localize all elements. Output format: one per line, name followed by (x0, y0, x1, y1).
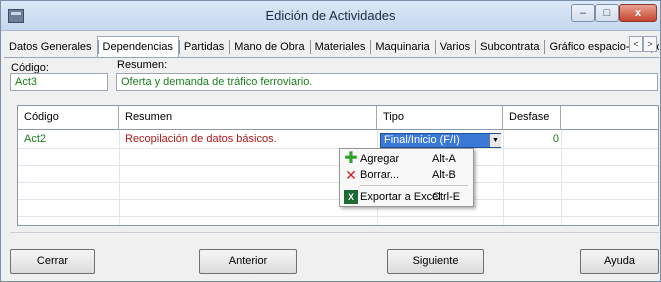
menu-separator (360, 185, 468, 186)
tab-scroll-arrows: < > (629, 36, 659, 54)
tab-varios[interactable]: Varios (434, 37, 475, 57)
cell-codigo[interactable]: Act2 (18, 131, 119, 148)
delete-x-icon: ✕ (345, 167, 357, 183)
grid-row-line (18, 199, 658, 200)
codigo-field[interactable]: Act3 (10, 73, 108, 91)
grid-row-line (18, 148, 658, 149)
tab-maquinaria[interactable]: Maquinaria (370, 37, 434, 57)
tab-datos-generales[interactable]: Datos Generales (4, 37, 97, 57)
grid-row-line (18, 182, 658, 183)
tipo-dropdown-value: Final/Inicio (F/I) (384, 134, 460, 146)
grid-row-line (18, 165, 658, 166)
excel-icon: X (344, 190, 358, 204)
menu-item-shortcut: Alt-B (432, 169, 456, 181)
menu-item-agregar[interactable]: ✚ Agregar Alt-A (340, 151, 473, 167)
column-header-tipo[interactable]: Tipo (377, 106, 503, 130)
tab-dependencias[interactable]: Dependencias (96, 36, 179, 57)
cell-resumen[interactable]: Recopilación de datos básicos. (119, 131, 377, 148)
menu-item-shortcut: Ctrl-E (432, 191, 461, 203)
window-title: Edición de Actividades (265, 8, 396, 23)
tab-scroll-left-button[interactable]: < (629, 36, 643, 52)
close-button[interactable]: x (619, 4, 657, 22)
plus-icon: ✚ (344, 150, 358, 167)
menu-item-shortcut: Alt-A (432, 153, 456, 165)
resumen-label: Resumen: (117, 59, 168, 71)
title-bar: Edición de Actividades – □ x (1, 1, 660, 31)
cell-desfase[interactable]: 0 (505, 131, 565, 148)
grid-header: Código Resumen Tipo Desfase (18, 106, 658, 130)
menu-item-label: Borrar... (360, 169, 400, 181)
edicion-actividades-window: Edición de Actividades – □ x Datos Gener… (0, 0, 661, 282)
menu-item-label: Agregar (360, 153, 400, 165)
grid-row-line (18, 216, 658, 217)
tab-scroll-right-button[interactable]: > (643, 36, 657, 52)
tab-mano-de-obra[interactable]: Mano de Obra (229, 37, 309, 57)
column-header-resumen[interactable]: Resumen (119, 106, 377, 130)
chevron-down-icon[interactable]: ▼ (489, 134, 501, 147)
divider (10, 232, 659, 233)
anterior-button[interactable]: Anterior (199, 249, 297, 274)
column-header-codigo[interactable]: Código (18, 106, 119, 130)
tab-materiales[interactable]: Materiales (309, 37, 371, 57)
menu-item-label: Exportar a Excel (360, 191, 441, 203)
siguiente-button[interactable]: Siguiente (387, 249, 484, 274)
maximize-button[interactable]: □ (595, 4, 619, 22)
minimize-button[interactable]: – (571, 4, 595, 22)
context-menu: ✚ Agregar Alt-A ✕ Borrar... Alt-B X Expo… (339, 148, 474, 207)
tab-partidas[interactable]: Partidas (178, 37, 229, 57)
tab-strip: Datos Generales Dependencias Partidas Mano … (4, 36, 659, 58)
dependencies-grid: Código Resumen Tipo Desfase Act2 Recopil… (17, 105, 659, 226)
ayuda-button[interactable]: Ayuda (580, 249, 659, 274)
cerrar-button[interactable]: Cerrar (10, 249, 95, 274)
menu-item-exportar-excel[interactable]: X Exportar a Excel Ctrl-E (340, 189, 473, 205)
tab-subcontrata[interactable]: Subcontrata (475, 37, 544, 57)
column-header-desfase[interactable]: Desfase (503, 106, 561, 130)
resumen-field[interactable]: Oferta y demanda de tráfico ferroviario. (116, 73, 658, 91)
menu-item-borrar[interactable]: ✕ Borrar... Alt-B (340, 167, 473, 183)
table-row[interactable]: Act2 Recopilación de datos básicos. Fina… (18, 131, 658, 148)
tipo-dropdown[interactable]: Final/Inicio (F/I) ▼ (380, 133, 501, 148)
